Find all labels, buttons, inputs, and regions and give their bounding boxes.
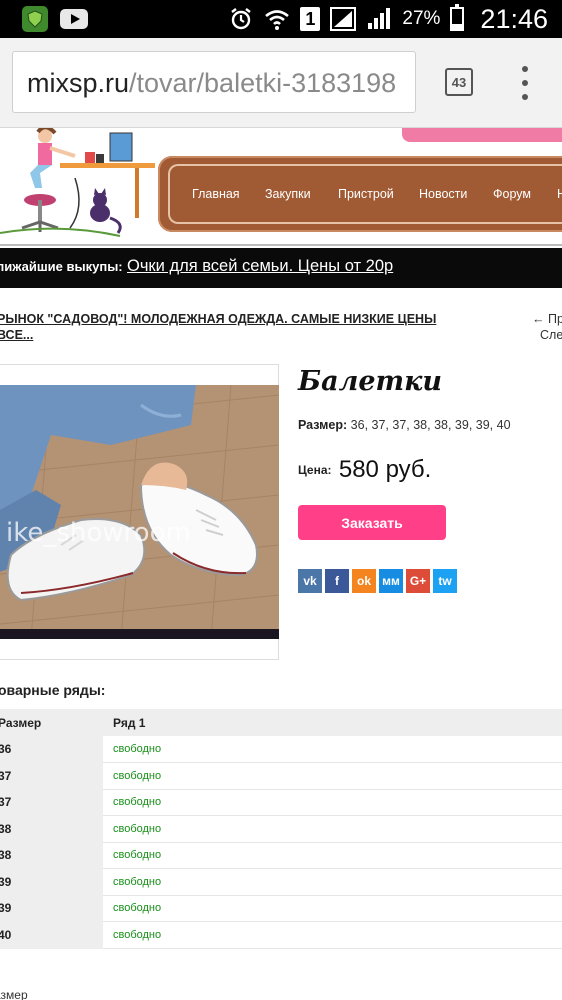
table-row: 36 свободно (0, 736, 562, 763)
sizes-label: Размер: (298, 418, 348, 432)
row-size: 40 (0, 921, 103, 949)
nav-item-home[interactable]: Главная (192, 156, 240, 232)
url-host: mixsp.ru (27, 68, 130, 98)
row-status[interactable]: свободно (103, 736, 562, 763)
header-size: Размер (0, 709, 103, 736)
product-image[interactable]: ike_showroom (0, 385, 279, 639)
table-row: 40 свободно (0, 921, 562, 949)
upcoming-link[interactable]: Очки для всей семьи. Цены от 20р (127, 257, 393, 276)
table-row: 37 свободно (0, 762, 562, 790)
facebook-share-icon[interactable]: f (325, 569, 349, 593)
site-header: Главная Закупки Пристрой Новости Форум Н (0, 128, 562, 248)
rows-table: Размер Ряд 1 36 свободно 37 свободно 37 сво… (0, 709, 562, 949)
sizes-value: 36, 37, 37, 38, 38, 39, 39, 40 (350, 418, 511, 432)
nav-item-forum[interactable]: Форум (493, 156, 531, 232)
odnoklassniki-share-icon[interactable]: ok (352, 569, 376, 593)
row-size: 39 (0, 868, 103, 896)
table-row: 37 свободно (0, 789, 562, 816)
order-button[interactable]: Заказать (298, 505, 446, 540)
image-watermark: ike_showroom (6, 518, 191, 548)
table-row: 38 свободно (0, 815, 562, 843)
clock: 21:46 (480, 3, 548, 34)
battery-percent: 27% (402, 8, 441, 29)
header-illustration (0, 128, 155, 237)
breadcrumb-line-1[interactable]: РЫНОК "САДОВОД"! МОЛОДЕЖНАЯ ОДЕЖДА. САМЫ… (0, 311, 437, 327)
nav-item-more[interactable]: Н (557, 156, 562, 232)
nav-item-pristroy[interactable]: Пристрой (338, 156, 394, 232)
header-pink-strip (402, 128, 562, 142)
vk-share-icon[interactable]: vk (298, 569, 322, 593)
alarm-icon (228, 6, 254, 32)
mailru-share-icon[interactable]: мм (379, 569, 403, 593)
row-size: 39 (0, 895, 103, 922)
googleplus-share-icon[interactable]: G+ (406, 569, 430, 593)
rows-section-title: оварные ряды: (0, 682, 106, 698)
row-size: 36 (0, 736, 103, 763)
overflow-menu-icon[interactable] (515, 66, 535, 100)
upcoming-purchases-banner: лижайшие выкупы: Очки для всей семьи. Це… (0, 248, 562, 288)
url-path: /tovar/baletki-3183198 (129, 68, 397, 98)
address-bar[interactable]: mixsp.ru/tovar/baletki-3183198 (12, 51, 416, 113)
table-row: 39 свободно (0, 895, 562, 922)
nav-item-purchases[interactable]: Закупки (265, 156, 311, 232)
prev-link[interactable]: ← Пр (532, 311, 562, 327)
youtube-icon (60, 9, 88, 29)
price-label: Цена: (298, 463, 332, 477)
row-size: 38 (0, 815, 103, 843)
breadcrumb[interactable]: РЫНОК "САДОВОД"! МОЛОДЕЖНАЯ ОДЕЖДА. САМЫ… (0, 311, 437, 343)
product-image-frame[interactable]: ike_showroom (0, 364, 279, 660)
signal-icon-2 (366, 6, 392, 32)
sim-indicator: 1 (300, 7, 321, 31)
next-link[interactable]: Сле (540, 327, 562, 343)
row-status[interactable]: свободно (103, 789, 562, 816)
row-size: 37 (0, 762, 103, 790)
browser-toolbar: mixsp.ru/tovar/baletki-3183198 43 (0, 38, 562, 128)
row-status[interactable]: свободно (103, 868, 562, 896)
row-status[interactable]: свободно (103, 895, 562, 922)
header-divider (0, 244, 562, 246)
row-status[interactable]: свободно (103, 815, 562, 843)
product-price: Цена: 580 руб. (298, 456, 431, 484)
app-shield-icon (22, 6, 48, 32)
product-title: Балетки (298, 366, 442, 397)
price-value: 580 руб. (338, 456, 432, 483)
signal-icon (330, 6, 357, 32)
header-row-1: Ряд 1 (103, 709, 562, 736)
upcoming-label: лижайшие выкупы: (0, 259, 123, 274)
status-bar: 1 27% 21:46 (0, 0, 562, 38)
wifi-icon (264, 6, 290, 32)
table-row: 39 свободно (0, 868, 562, 896)
rows-table-header: Размер Ряд 1 (0, 709, 562, 736)
twitter-share-icon[interactable]: tw (433, 569, 457, 593)
row-status[interactable]: свободно (103, 921, 562, 949)
prev-next-nav: ← Пр Сле (532, 311, 562, 343)
row-size: 38 (0, 842, 103, 869)
tabs-button[interactable]: 43 (445, 68, 473, 96)
table-row: 38 свободно (0, 842, 562, 869)
product-sizes: Размер: 36, 37, 37, 38, 38, 39, 39, 40 (298, 418, 511, 432)
breadcrumb-line-2[interactable]: ВСЕ... (0, 327, 437, 343)
row-size: 37 (0, 789, 103, 816)
main-nav: Главная Закупки Пристрой Новости Форум Н (158, 156, 562, 232)
footer-partial-text: азмер (0, 988, 28, 1000)
row-status[interactable]: свободно (103, 762, 562, 790)
battery-icon (450, 4, 465, 31)
row-status[interactable]: свободно (103, 842, 562, 869)
nav-item-news[interactable]: Новости (419, 156, 467, 232)
share-buttons: vk f ok мм G+ tw (298, 569, 457, 593)
